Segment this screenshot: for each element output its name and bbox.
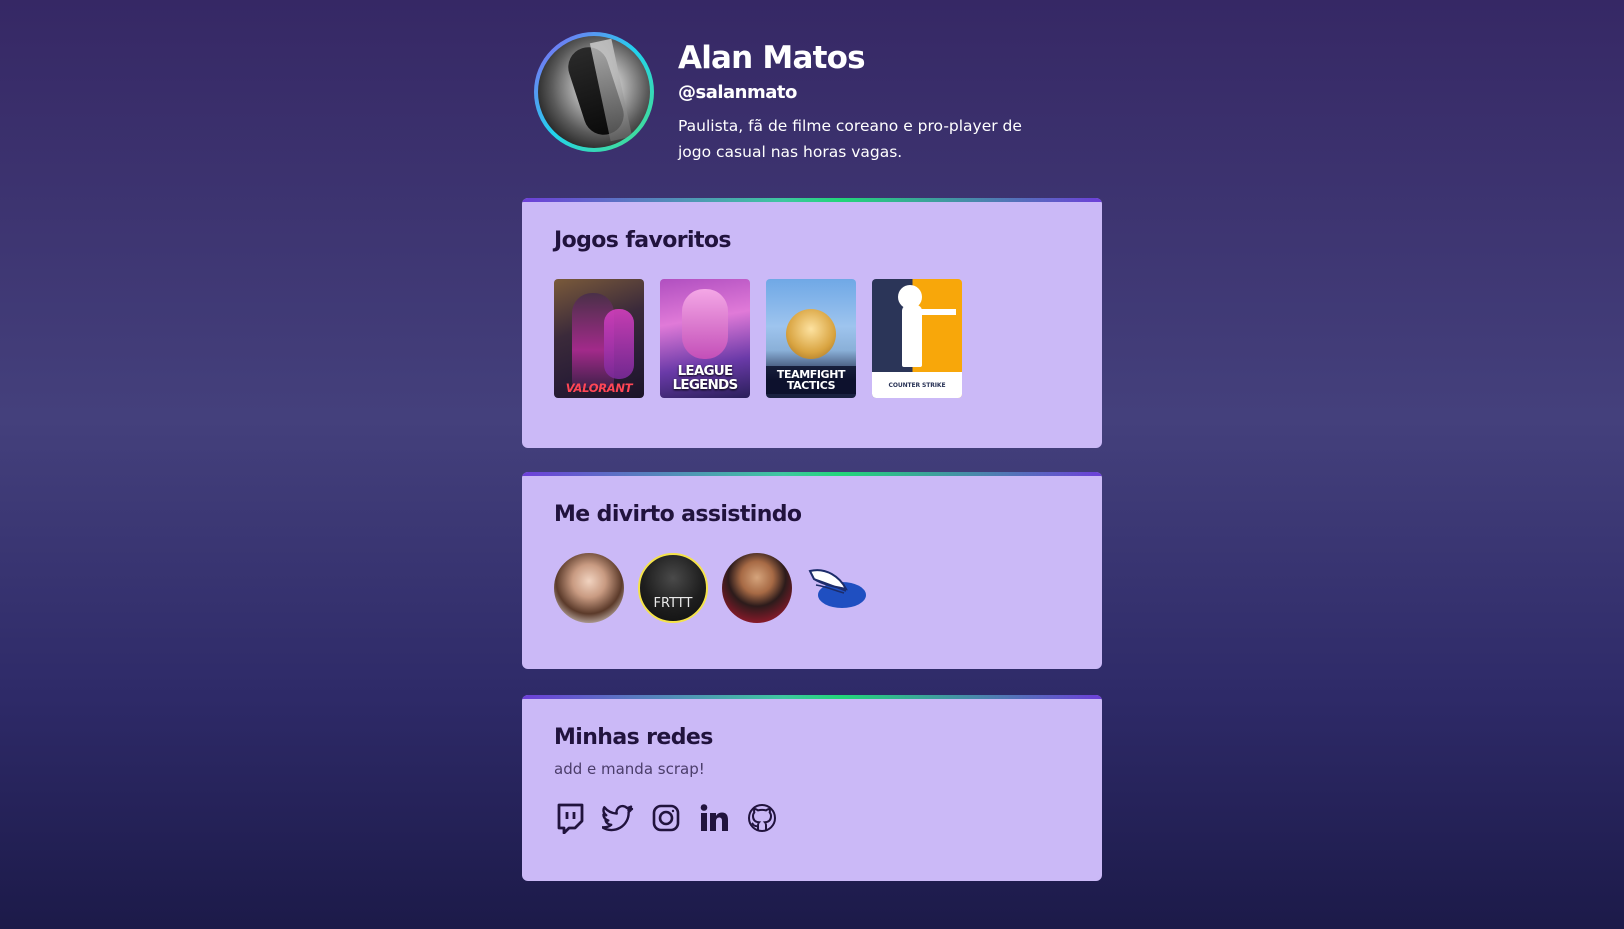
profile-name: Alan Matos [678,40,866,76]
streamer-avatar-4[interactable] [806,553,876,623]
game-label: COUNTER STRIKE [888,382,946,389]
game-label-line2: TACTICS [786,379,836,392]
game-label: TEAMFIGHT TACTICS [766,366,856,394]
streamer-avatar-1[interactable] [554,553,624,623]
networks-title: Minhas redes [554,725,713,750]
profile-header: Alan Matos @salanmato Paulista, fã de fi… [522,32,1102,161]
streamer-shirt-text: FRTTT [653,596,693,611]
streamer-avatar-3[interactable] [722,553,792,623]
game-art [604,309,634,379]
networks-card: Minhas redes add e manda scrap! [522,695,1102,881]
streamer-avatar-2[interactable]: FRTTT [638,553,708,623]
favorite-games-title: Jogos favoritos [554,228,732,253]
twitter-icon[interactable] [602,802,634,834]
favorite-games-card: Jogos favoritos VALORANT LEAGUE LEGENDS … [522,198,1102,448]
linkedin-icon[interactable] [698,802,730,834]
social-links [554,802,1070,834]
github-icon[interactable] [746,802,778,834]
page-container: Alan Matos @salanmato Paulista, fã de fi… [522,32,1102,881]
twitch-icon[interactable] [554,802,586,834]
game-league-of-legends[interactable]: LEAGUE LEGENDS [660,279,750,398]
watching-card: Me divirto assistindo FRTTT [522,472,1102,669]
winged-logo-icon [808,569,866,608]
game-valorant[interactable]: VALORANT [554,279,644,398]
game-label: LEAGUE LEGENDS [660,364,750,393]
game-art [786,309,836,359]
streamers-list: FRTTT [554,553,1070,623]
watching-title: Me divirto assistindo [554,502,802,527]
game-label: VALORANT [565,380,633,395]
profile-info: Alan Matos @salanmato Paulista, fã de fi… [678,32,1058,165]
profile-handle: @salanmato [678,82,797,103]
games-list: VALORANT LEAGUE LEGENDS TEAMFIGHT TACTIC… [554,279,1070,398]
avatar [534,32,654,152]
profile-bio: Paulista, fã de filme coreano e pro-play… [678,117,1022,161]
game-art [682,289,728,359]
game-counter-strike[interactable]: COUNTER STRIKE [872,279,962,398]
networks-subtitle: add e manda scrap! [554,760,705,778]
game-label-line2: LEGENDS [672,376,739,393]
game-art [916,309,956,315]
instagram-icon[interactable] [650,802,682,834]
game-teamfight-tactics[interactable]: TEAMFIGHT TACTICS [766,279,856,398]
avatar-image [538,36,650,148]
